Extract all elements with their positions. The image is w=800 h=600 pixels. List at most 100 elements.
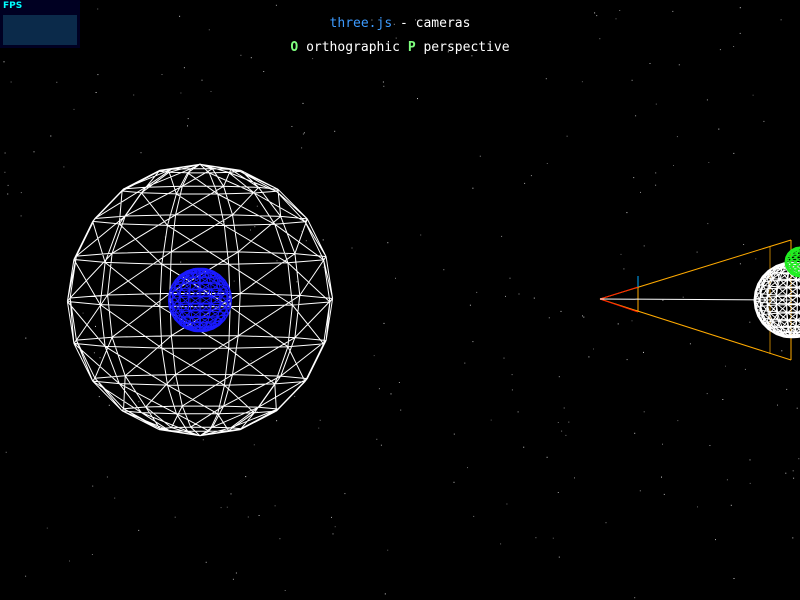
fps-graph (3, 15, 77, 45)
webgl-canvas[interactable] (0, 0, 800, 600)
star (25, 337, 27, 339)
star (582, 315, 583, 317)
star (247, 516, 249, 518)
star (792, 470, 794, 472)
star (97, 74, 99, 76)
star (649, 63, 651, 64)
star (33, 151, 35, 153)
star (744, 368, 746, 370)
star (220, 507, 222, 509)
star (73, 108, 75, 110)
star (133, 94, 135, 96)
star (183, 67, 185, 69)
star (634, 432, 636, 434)
star (82, 312, 84, 314)
star (530, 175, 532, 177)
star (793, 477, 795, 479)
star (533, 297, 535, 299)
star (739, 263, 741, 265)
star (174, 516, 176, 518)
star (535, 537, 537, 539)
star (643, 245, 645, 247)
star (798, 458, 800, 460)
star (545, 78, 547, 80)
star (676, 136, 678, 138)
star (552, 537, 554, 539)
star (722, 399, 724, 400)
star (743, 244, 745, 245)
star (733, 152, 735, 154)
star (161, 74, 163, 75)
star (560, 310, 562, 312)
star (749, 321, 751, 323)
star (511, 389, 513, 391)
star (334, 130, 336, 132)
star (633, 177, 635, 179)
star (226, 506, 228, 508)
star (95, 325, 96, 327)
star (662, 299, 664, 301)
orthographic-label: orthographic (298, 40, 408, 55)
star (558, 556, 560, 558)
star (673, 165, 674, 166)
star (351, 247, 353, 249)
star (709, 445, 711, 446)
star (302, 133, 304, 135)
star (199, 349, 201, 351)
star (332, 533, 334, 535)
star (108, 404, 110, 406)
star (97, 8, 99, 10)
star (689, 343, 691, 345)
star (631, 320, 633, 322)
star (95, 92, 97, 93)
star (639, 490, 641, 492)
star (138, 529, 140, 531)
fps-stats-panel[interactable]: FPS (0, 0, 80, 48)
star (286, 254, 288, 256)
star (274, 505, 276, 507)
star (634, 597, 636, 599)
star (796, 407, 798, 409)
star (505, 295, 506, 297)
star (256, 411, 258, 412)
star (296, 281, 298, 283)
star (524, 182, 526, 184)
star (383, 322, 385, 324)
star (464, 362, 466, 364)
star (635, 115, 637, 117)
star (655, 184, 657, 186)
star (708, 162, 710, 163)
star (518, 293, 520, 295)
star (640, 191, 641, 193)
star (643, 351, 644, 353)
star (566, 135, 568, 137)
star (620, 253, 622, 255)
star (561, 430, 563, 432)
star (655, 103, 657, 105)
star (752, 94, 754, 96)
star (417, 98, 418, 100)
star (245, 476, 247, 478)
star (574, 477, 575, 479)
star (453, 433, 455, 435)
star (305, 240, 307, 242)
star (623, 268, 625, 270)
star (643, 411, 645, 413)
star (655, 172, 657, 174)
star (263, 71, 265, 72)
star (4, 152, 6, 154)
star (506, 503, 508, 505)
star (279, 538, 281, 540)
star (733, 578, 735, 579)
star (138, 401, 140, 403)
star (707, 223, 709, 225)
star (232, 578, 234, 580)
star (106, 476, 108, 478)
star (276, 260, 278, 262)
star (661, 476, 662, 478)
star (469, 304, 471, 306)
star (180, 92, 182, 94)
star (318, 427, 320, 429)
threejs-link[interactable]: three.js (330, 16, 393, 31)
star (593, 348, 594, 350)
